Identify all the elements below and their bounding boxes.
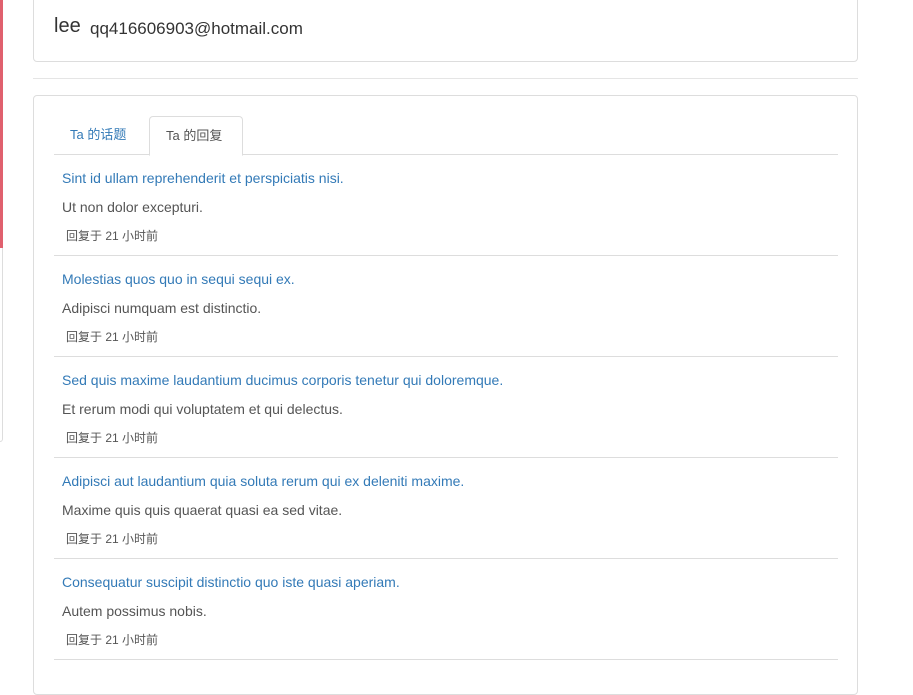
section-divider [33, 78, 858, 79]
reply-timestamp: 回复于 21 小时前 [66, 431, 159, 445]
user-name: lee [54, 15, 81, 37]
reply-content: Adipisci numquam est distinctio. [62, 300, 262, 316]
user-info-card: lee qq416606903@hotmail.com [33, 0, 858, 62]
reply-content: Autem possimus nobis. [62, 603, 207, 619]
reply-timestamp: 回复于 21 小时前 [66, 330, 159, 344]
reply-topic-link[interactable]: Sed quis maxime laudantium ducimus corpo… [62, 372, 503, 388]
sidebar-accent-strip [0, 0, 3, 248]
reply-topic-link[interactable]: Molestias quos quo in sequi sequi ex. [62, 271, 295, 287]
reply-topic-link[interactable]: Adipisci aut laudantium quia soluta reru… [62, 473, 464, 489]
sidebar-panel-edge [0, 248, 3, 442]
reply-topic-link[interactable]: Consequatur suscipit distinctio quo iste… [62, 574, 400, 590]
list-item: Molestias quos quo in sequi sequi ex. Ad… [54, 256, 838, 357]
reply-list: Sint id ullam reprehenderit et perspicia… [54, 155, 838, 660]
tab-bar: Ta 的话题 Ta 的回复 [54, 116, 838, 156]
tab-topics[interactable]: Ta 的话题 [54, 116, 142, 155]
list-item: Consequatur suscipit distinctio quo iste… [54, 559, 838, 660]
activity-panel: Ta 的话题 Ta 的回复 Sint id ullam reprehenderi… [33, 95, 858, 695]
reply-timestamp: 回复于 21 小时前 [66, 532, 159, 546]
reply-content: Et rerum modi qui voluptatem et qui dele… [62, 401, 343, 417]
list-item: Sed quis maxime laudantium ducimus corpo… [54, 357, 838, 458]
reply-topic-link[interactable]: Sint id ullam reprehenderit et perspicia… [62, 170, 344, 186]
reply-content: Ut non dolor excepturi. [62, 199, 203, 215]
user-email: qq416606903@hotmail.com [90, 19, 303, 38]
reply-timestamp: 回复于 21 小时前 [66, 633, 159, 647]
list-item: Adipisci aut laudantium quia soluta reru… [54, 458, 838, 559]
reply-content: Maxime quis quis quaerat quasi ea sed vi… [62, 502, 343, 518]
list-item: Sint id ullam reprehenderit et perspicia… [54, 155, 838, 256]
tab-replies[interactable]: Ta 的回复 [149, 116, 243, 156]
reply-timestamp: 回复于 21 小时前 [66, 229, 159, 243]
